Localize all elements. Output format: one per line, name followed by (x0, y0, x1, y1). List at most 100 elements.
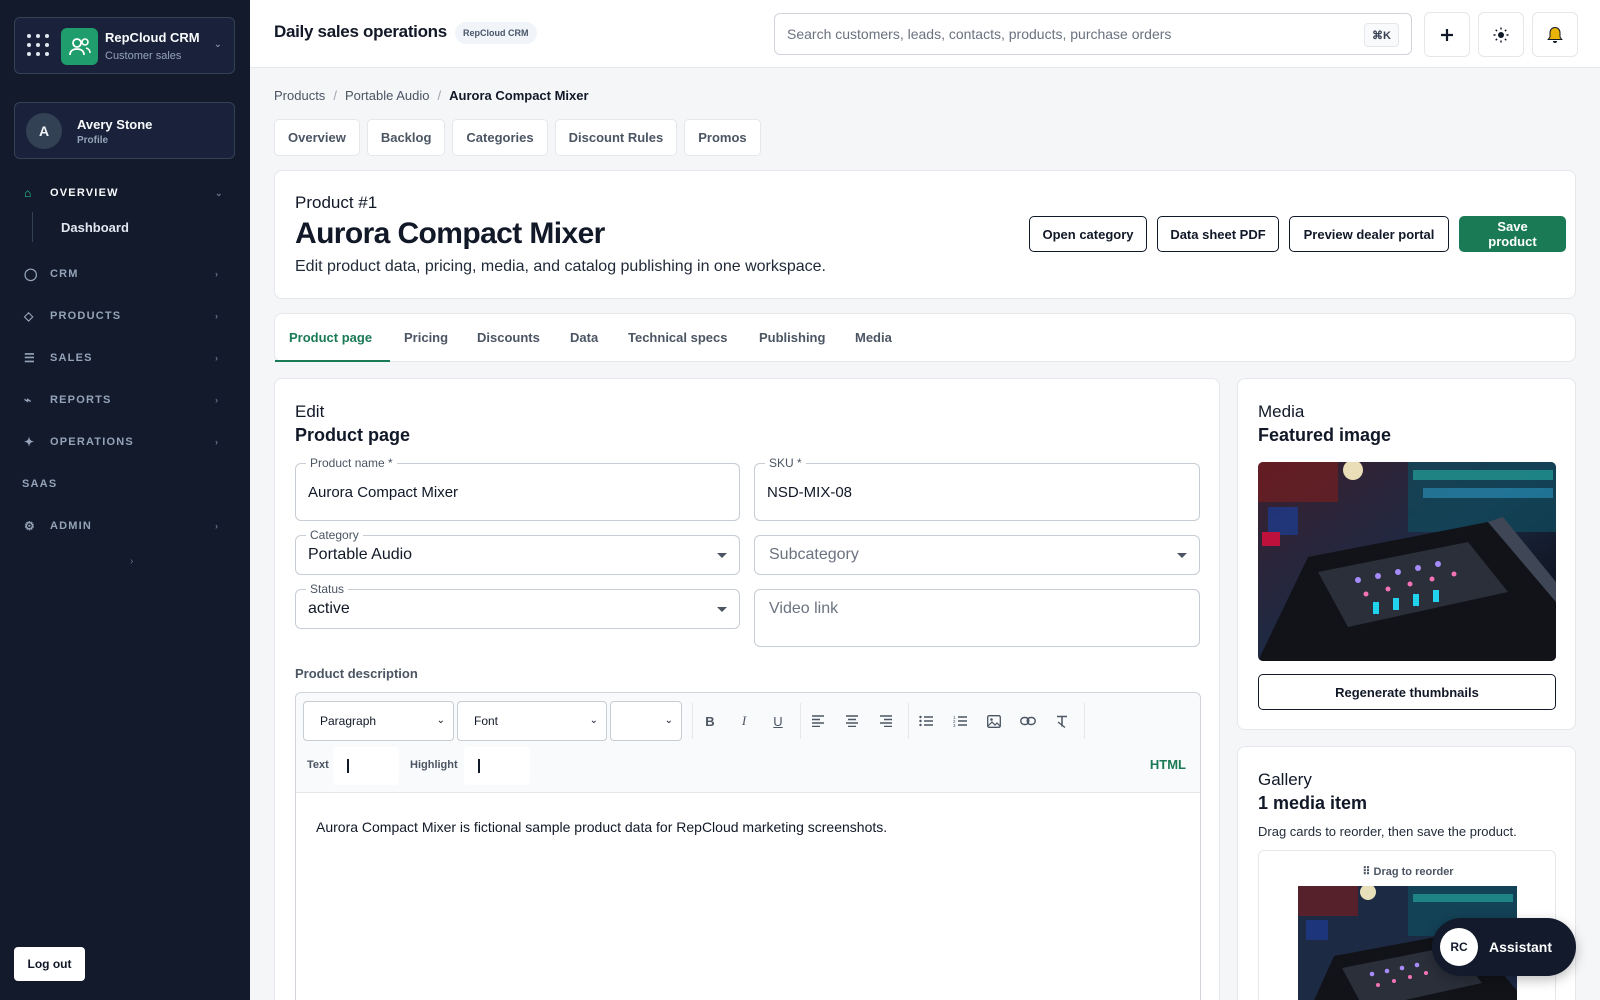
chevron-down-icon: ⌄ (215, 187, 224, 198)
media-kicker: Media (1258, 402, 1305, 421)
subcategory-select[interactable]: Subcategory (754, 535, 1200, 575)
block-format-value: Paragraph (320, 714, 377, 728)
chevron-right-icon: › (215, 311, 220, 321)
preview-dealer-portal-button[interactable]: Preview dealer portal (1289, 216, 1449, 252)
add-button[interactable] (1424, 12, 1470, 57)
nav-saas[interactable]: SAAS (10, 469, 231, 499)
shortcut-badge: ⌘K (1364, 23, 1399, 47)
link-icon[interactable] (1017, 710, 1039, 732)
collapse-sidebar-icon[interactable]: › (130, 556, 133, 567)
chevron-right-icon: › (215, 353, 220, 363)
tab-media[interactable]: Media (855, 330, 892, 345)
category-select[interactable]: Category Portable Audio (295, 528, 740, 575)
tab-data[interactable]: Data (570, 330, 598, 345)
section-tabs: Product page Pricing Discounts Data Tech… (274, 313, 1576, 362)
featured-image-card: Media Featured image Regenerate thumbnai… (1237, 378, 1576, 730)
sku-field[interactable]: SKU * NSD-MIX-08 (754, 456, 1200, 521)
italic-icon[interactable]: I (733, 710, 755, 732)
breadcrumb-category[interactable]: Portable Audio (345, 88, 430, 103)
page-title: Daily sales operations (274, 22, 447, 41)
toolbar-divider (692, 703, 693, 739)
clear-format-icon[interactable] (1051, 710, 1073, 732)
app-switcher[interactable]: RepCloud CRM Customer sales ⌄ (14, 17, 235, 74)
chevron-down-icon: ⌄ (436, 715, 445, 726)
nav-dashboard[interactable]: Dashboard (32, 212, 129, 242)
notifications-button[interactable] (1532, 12, 1578, 57)
chevron-right-icon: › (215, 521, 220, 531)
numbered-list-icon[interactable]: 123 (949, 710, 971, 732)
font-size-select[interactable]: ⌄ (610, 701, 682, 741)
breadcrumb-products[interactable]: Products (274, 88, 325, 103)
theme-toggle-button[interactable] (1478, 12, 1524, 57)
align-center-icon[interactable] (841, 710, 863, 732)
nav-crm[interactable]: ◯ CRM › (14, 259, 235, 289)
edit-kicker: Edit (295, 402, 325, 421)
editor-toolbar: Paragraph ⌄ Font ⌄ ⌄ B I U 1 2 3 Text Hi… (296, 693, 1200, 793)
html-source-toggle[interactable]: HTML (1150, 757, 1186, 772)
subnav-backlog[interactable]: Backlog (366, 119, 446, 156)
open-category-button[interactable]: Open category (1029, 216, 1147, 252)
font-value: Font (474, 714, 499, 728)
breadcrumb-current: Aurora Compact Mixer (449, 88, 589, 103)
profile-card[interactable]: A Avery Stone Profile (14, 102, 235, 159)
nav-overview[interactable]: ⌂ OVERVIEW ⌄ (14, 178, 235, 208)
apps-grid-icon[interactable] (27, 34, 49, 56)
subnav-categories[interactable]: Categories (452, 119, 548, 156)
align-right-icon[interactable] (875, 710, 897, 732)
nav-reports[interactable]: ⌁ REPORTS › (14, 385, 235, 415)
gallery-heading: 1 media item (1258, 793, 1368, 813)
assistant-button[interactable]: RC Assistant (1432, 918, 1576, 976)
tab-discounts[interactable]: Discounts (477, 330, 540, 345)
sku-label: SKU * (765, 456, 806, 470)
nav-sales[interactable]: ☰ SALES › (14, 343, 235, 373)
highlight-color-input[interactable] (464, 747, 530, 785)
status-select[interactable]: Status active (295, 582, 740, 629)
featured-image[interactable] (1258, 462, 1556, 661)
tab-technical-specs[interactable]: Technical specs (628, 330, 727, 345)
description-label: Product description (295, 666, 418, 681)
nav-products[interactable]: ◇ PRODUCTS › (14, 301, 235, 331)
image-icon[interactable] (983, 710, 1005, 732)
tab-publishing[interactable]: Publishing (759, 330, 825, 345)
subnav-promos[interactable]: Promos (684, 119, 761, 156)
tab-pricing[interactable]: Pricing (404, 330, 448, 345)
drag-handle-icon: ⠿ (1362, 866, 1374, 878)
breadcrumb: Products / Portable Audio / Aurora Compa… (274, 88, 589, 103)
nav-admin[interactable]: ⚙ ADMIN › (14, 511, 235, 541)
search-input[interactable]: Search customers, leads, contacts, produ… (774, 13, 1412, 55)
text-color-input[interactable] (333, 747, 399, 785)
data-sheet-button[interactable]: Data sheet PDF (1157, 216, 1279, 252)
category-label: Category (306, 528, 363, 542)
block-format-select[interactable]: Paragraph ⌄ (303, 701, 454, 741)
profile-name: Avery Stone (77, 117, 153, 132)
regenerate-thumbnails-button[interactable]: Regenerate thumbnails (1258, 674, 1556, 710)
toolbar-divider (908, 703, 909, 739)
product-header-description: Edit product data, pricing, media, and c… (295, 258, 826, 275)
edit-product-card: Edit Product page Product name * Aurora … (274, 378, 1220, 1000)
logout-button[interactable]: Log out (14, 947, 85, 981)
plus-icon (1441, 28, 1453, 41)
rich-text-editor: Paragraph ⌄ Font ⌄ ⌄ B I U 1 2 3 Text Hi… (295, 692, 1201, 1000)
caret-down-icon (717, 607, 727, 612)
status-value: active (308, 600, 350, 617)
underline-icon[interactable]: U (767, 710, 789, 732)
list-icon: ☰ (24, 351, 36, 365)
video-link-input[interactable]: Video link (754, 589, 1200, 647)
diamond-icon: ◇ (24, 309, 35, 323)
save-product-button[interactable]: Save product (1459, 216, 1566, 252)
drag-handle[interactable]: ⠿ Drag to reorder (1259, 865, 1557, 878)
editor-content[interactable]: Aurora Compact Mixer is fictional sample… (316, 819, 887, 835)
sun-icon (1493, 27, 1509, 42)
product-name-field[interactable]: Product name * Aurora Compact Mixer (295, 456, 740, 521)
bullet-list-icon[interactable] (915, 710, 937, 732)
align-left-icon[interactable] (807, 710, 829, 732)
breadcrumb-separator: / (437, 88, 442, 103)
product-name-label: Product name * (306, 456, 397, 470)
tab-product-page[interactable]: Product page (289, 330, 372, 345)
subnav-overview[interactable]: Overview (274, 119, 360, 156)
nav-operations[interactable]: ✦ OPERATIONS › (14, 427, 235, 457)
bold-icon[interactable]: B (699, 710, 721, 732)
font-select[interactable]: Font ⌄ (457, 701, 607, 741)
product-header-card: Product #1 Aurora Compact Mixer Edit pro… (274, 170, 1576, 299)
subnav-discount-rules[interactable]: Discount Rules (554, 119, 678, 156)
